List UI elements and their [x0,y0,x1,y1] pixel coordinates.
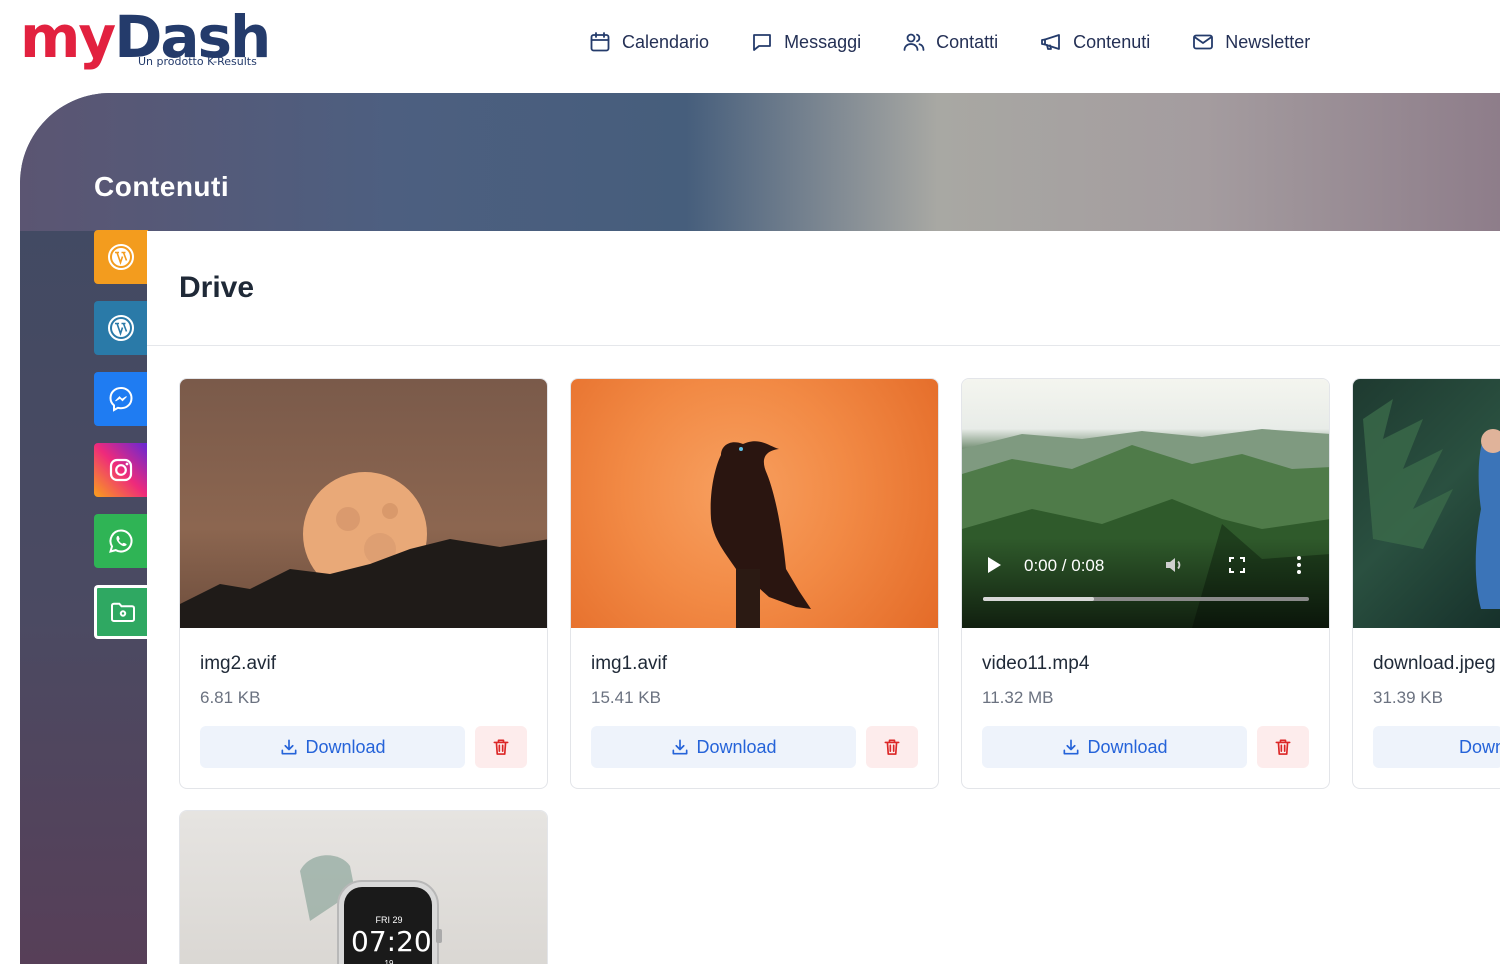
more-options-icon[interactable] [1287,553,1311,577]
nav-label: Calendario [622,31,710,52]
wordpress-icon [108,244,134,270]
tab-wordpress-orange[interactable] [94,230,148,284]
nav-messaggi[interactable]: Messaggi [750,24,861,60]
file-card: 0:00 / 0:08 video11.mp4 11.32 MB Downloa… [961,378,1330,789]
nav-label: Contenuti [1073,31,1151,52]
section-title: Drive [179,271,255,304]
download-icon [281,739,297,755]
download-icon [672,739,688,755]
video-controls-overlay [962,538,1329,628]
calendar-icon [590,32,610,52]
watch-time: 07:20 [351,925,432,958]
video-time: 0:00 / 0:08 [1024,556,1105,575]
messenger-icon [109,386,133,412]
trash-icon [1275,739,1291,755]
file-thumbnail[interactable] [1353,379,1500,628]
download-label: Download [1459,736,1500,757]
file-name: video11.mp4 [982,653,1090,674]
video-progress-bar[interactable] [983,597,1309,601]
file-size: 11.32 MB [982,688,1054,707]
watch-small-text: 19 [384,959,394,964]
file-card: FRI 29 07:20 19 [179,810,548,964]
video-player[interactable]: 0:00 / 0:08 [962,379,1329,628]
download-button[interactable]: Download [1373,726,1500,768]
nav-label: Contatti [936,31,999,52]
fullscreen-icon[interactable] [1225,553,1249,577]
mydash-logo[interactable]: myDash Un prodotto K-Results [20,8,310,74]
delete-button[interactable] [475,726,527,768]
file-size: 6.81 KB [200,688,261,707]
file-card: download.jpeg 31.39 KB Download [1352,378,1500,789]
wordpress-icon [108,315,134,341]
play-icon[interactable] [988,557,1001,573]
download-icon [1063,739,1079,755]
download-label: Download [696,736,777,757]
megaphone-icon [1041,34,1061,50]
chat-bubble-icon [753,34,771,51]
channel-tabs [94,230,148,656]
nav-label: Messaggi [784,31,862,52]
watch-day: FRI 29 [375,915,403,925]
hero-banner [20,93,1500,231]
file-name: img1.avif [591,653,668,674]
users-icon [903,33,925,51]
delete-button[interactable] [1257,726,1309,768]
download-button[interactable]: Download [982,726,1247,768]
file-name: download.jpeg [1373,653,1496,674]
envelope-icon [1193,34,1214,50]
tab-instagram[interactable] [94,443,148,497]
nav-contatti[interactable]: Contatti [902,24,998,60]
download-button[interactable]: Download [591,726,856,768]
file-name: img2.avif [200,653,277,674]
logo-tagline: Un prodotto K-Results [138,55,257,68]
trash-icon [493,739,509,755]
file-card: img1.avif 15.41 KB Download [570,378,939,789]
file-thumbnail[interactable]: FRI 29 07:20 19 [180,811,547,964]
moon-image [180,472,547,628]
file-card: img2.avif 6.81 KB Download [179,378,548,789]
crow-image [710,441,811,628]
tab-drive[interactable] [94,585,148,639]
logo-my: my [20,3,116,71]
download-label: Download [305,736,386,757]
nav-contenuti[interactable]: Contenuti [1039,24,1150,60]
drive-header: Drive [147,231,1500,346]
video-progress-fill [983,597,1094,601]
file-thumbnail[interactable] [180,379,547,628]
tab-wordpress-blue[interactable] [94,301,148,355]
page-title: Contenuti [94,171,230,202]
top-navigation: Calendario Messaggi Contatti Contenuti N… [588,24,1351,60]
nav-newsletter[interactable]: Newsletter [1191,24,1310,60]
instagram-icon [109,458,133,482]
file-thumbnail[interactable] [571,379,938,628]
tab-whatsapp[interactable] [94,514,148,568]
trash-icon [884,739,900,755]
tab-messenger[interactable] [94,372,148,426]
forest-image [1363,399,1500,609]
folder-icon [110,602,135,622]
file-size: 31.39 KB [1373,688,1443,707]
volume-icon[interactable] [1162,553,1186,577]
nav-label: Newsletter [1225,31,1311,52]
delete-button[interactable] [866,726,918,768]
nav-calendario[interactable]: Calendario [588,24,709,60]
drive-panel: Drive img2.avif 6.81 KB Download img1.av… [147,231,1500,964]
download-label: Download [1087,736,1168,757]
file-size: 15.41 KB [591,688,661,707]
whatsapp-icon [109,529,133,553]
download-button[interactable]: Download [200,726,465,768]
